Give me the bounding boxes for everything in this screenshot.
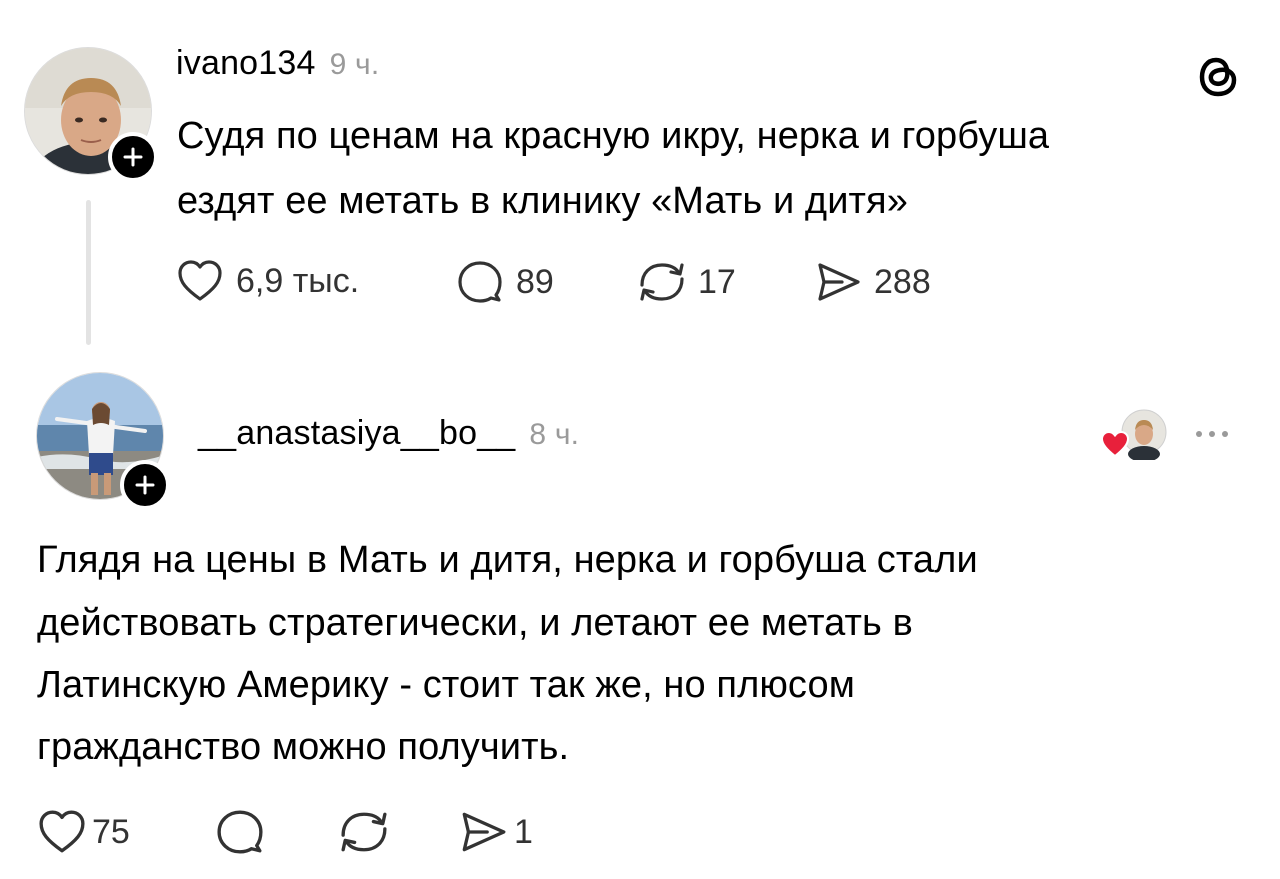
reply-share-count: 1 [514,812,533,851]
reply-timestamp: 8 ч. [529,418,580,451]
liked-by-author-indicator [1100,408,1170,462]
reply-repost-button[interactable] [334,808,394,856]
reply-share-button[interactable]: 1 [456,808,533,856]
reply-reply-button[interactable] [214,808,266,856]
plus-icon [135,475,155,495]
comment-icon [458,261,502,303]
threads-logo-icon[interactable] [1196,52,1242,105]
heart-icon [178,260,222,301]
share-icon [818,263,860,301]
liked-by-author-heart-icon [1100,430,1130,458]
follow-button[interactable] [120,460,170,510]
repost-button[interactable]: 17 [634,259,736,305]
repost-icon [341,812,387,852]
reply-text-line-2: действовать стратегически, и летают ее м… [37,602,913,644]
liked-by-author-avatar [1121,409,1167,462]
follow-button[interactable] [108,132,158,182]
reply-button[interactable]: 89 [456,259,554,305]
more-options-icon[interactable] [1196,431,1228,437]
reply-like-button[interactable]: 75 [36,808,130,856]
reply-text-line-3: Латинскую Америку - стоит так же, но плю… [37,664,855,706]
reply-text-line-1: Глядя на цены в Мать и дитя, нерка и гор… [37,539,978,581]
reply-like-count: 75 [92,812,130,851]
more-dot [1209,431,1215,437]
post-text-line-2: ездят ее метать в клинику «Мать и дитя» [177,180,908,222]
reply-username[interactable]: __anastasiya__bo__ [198,414,515,452]
heart-icon [39,810,85,853]
thread-connector-line [86,200,91,345]
reply-text-line-4: гражданство можно получить. [37,726,570,768]
more-dot [1196,431,1202,437]
like-count: 6,9 тыс. [236,261,360,300]
comment-icon [217,810,263,854]
like-button[interactable]: 6,9 тыс. [176,258,359,304]
post-text-line-1: Судя по ценам на красную икру, нерка и г… [177,115,1050,157]
post-timestamp: 9 ч. [329,48,380,81]
reply-count: 89 [516,262,554,301]
repost-icon [640,263,684,301]
share-count: 288 [874,262,931,301]
more-dot [1222,431,1228,437]
share-icon [462,812,506,852]
share-button[interactable]: 288 [812,259,931,305]
post-username[interactable]: ivano134 [176,44,316,82]
plus-icon [123,147,143,167]
post-header: ivano134 9 ч. [176,44,379,83]
repost-count: 17 [698,262,736,301]
reply-header: __anastasiya__bo__ 8 ч. [198,414,579,453]
